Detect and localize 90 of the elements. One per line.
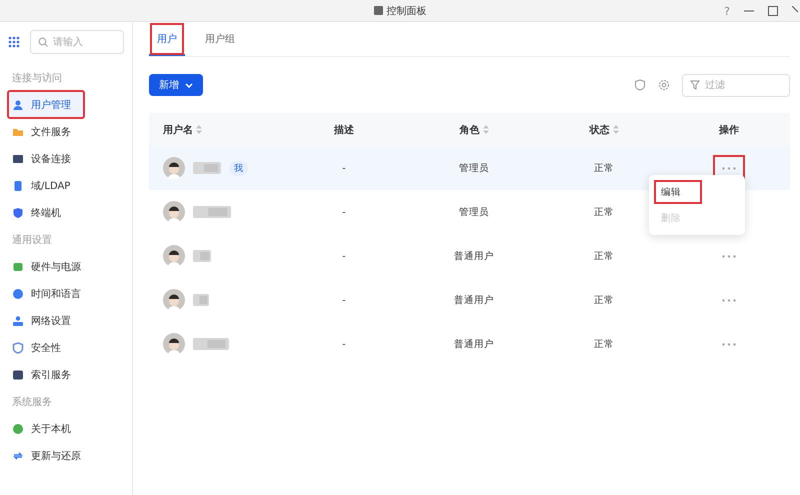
sidebar-item-label: 设备连接 — [31, 152, 71, 166]
table-cell: 管理员 — [459, 206, 489, 218]
sort-icon[interactable] — [196, 125, 202, 134]
column-header: 描述 — [334, 124, 354, 136]
shield-icon — [12, 342, 24, 354]
column-header: 角色 — [460, 124, 480, 136]
self-badge: 我 — [229, 160, 248, 176]
shield-icon[interactable] — [634, 79, 646, 91]
table-cell: 普通用户 — [454, 250, 494, 262]
sidebar-item[interactable]: 安全性 — [8, 334, 124, 361]
avatar-icon — [163, 333, 185, 355]
more-icon — [722, 166, 736, 170]
sort-icon[interactable] — [612, 125, 618, 134]
sync-icon — [12, 450, 24, 462]
sidebar-item-label: 时间和语言 — [31, 288, 81, 300]
column-header: 状态 — [590, 124, 610, 136]
table-cell: - — [342, 206, 346, 218]
square-icon — [12, 368, 24, 380]
shield-icon — [12, 206, 24, 218]
sidebar-item[interactable]: 域/LDAP — [8, 172, 124, 199]
table-cell: 正常 — [594, 162, 614, 174]
table-cell: - — [342, 162, 346, 174]
table-cell: - — [342, 294, 346, 306]
column-header: 操作 — [719, 124, 739, 136]
table-cell: - — [342, 250, 346, 262]
sidebar-item[interactable]: 用户管理 — [8, 91, 84, 118]
blurred-name-icon — [193, 338, 229, 350]
sidebar-item[interactable]: 文件服务 — [8, 118, 124, 145]
table-cell: 普通用户 — [454, 294, 494, 306]
sidebar-item[interactable]: 索引服务 — [8, 361, 124, 388]
avatar-icon — [163, 289, 185, 311]
search-icon — [38, 37, 48, 47]
tab[interactable]: 用户组 — [197, 22, 243, 56]
person-icon — [12, 314, 24, 326]
add-button[interactable]: 新增 — [149, 74, 203, 96]
avatar-icon — [163, 201, 185, 223]
sidebar-item[interactable]: 设备连接 — [8, 145, 124, 172]
monitor-icon — [12, 152, 24, 164]
sidebar-item[interactable]: 终端机 — [8, 199, 124, 226]
search-field[interactable]: 请输入 — [30, 30, 124, 54]
sidebar-item-label: 终端机 — [31, 206, 61, 220]
blurred-name-icon — [193, 206, 231, 218]
sidebar-item[interactable]: 网络设置 — [8, 307, 124, 334]
sidebar-item-label: 更新与还原 — [31, 450, 81, 462]
more-icon — [722, 298, 736, 302]
avatar-icon — [163, 245, 185, 267]
sidebar-item[interactable]: 硬件与电源 — [8, 253, 124, 280]
sidebar-item-label: 用户管理 — [31, 98, 71, 112]
sidebar-item-label: 索引服务 — [31, 368, 71, 382]
sidebar-item-label: 文件服务 — [31, 126, 71, 138]
sidebar-item[interactable]: 时间和语言 — [8, 280, 124, 307]
table-cell: - — [342, 338, 346, 350]
avatar-icon — [163, 157, 185, 179]
blurred-name-icon — [193, 162, 221, 174]
table-cell: 普通用户 — [454, 338, 494, 350]
sidebar-item-label: 硬件与电源 — [31, 260, 81, 274]
section-title: 通用设置 — [11, 234, 53, 248]
sidebar-item-label: 安全性 — [31, 342, 61, 354]
filter-icon — [690, 80, 700, 90]
column-header: 用户名 — [163, 123, 193, 136]
sidebar-item-label: 网络设置 — [31, 314, 71, 328]
globe-icon — [12, 288, 24, 300]
table-cell: 正常 — [594, 294, 614, 306]
sidebar-item-label: 域/LDAP — [31, 180, 70, 192]
table-cell: 管理员 — [459, 162, 489, 174]
device-icon — [12, 180, 24, 192]
tab[interactable]: 用户 — [149, 22, 185, 56]
maximize-icon[interactable] — [768, 6, 778, 16]
sidebar-item[interactable]: 关于本机 — [8, 415, 124, 442]
user-icon — [12, 98, 24, 110]
sidebar-item[interactable]: 更新与还原 — [8, 442, 124, 469]
more-icon — [722, 254, 736, 258]
sidebar-item-label: 关于本机 — [31, 422, 71, 436]
info-icon — [12, 422, 24, 434]
more-icon — [722, 342, 736, 346]
blurred-name-icon — [193, 250, 211, 262]
chevron-down-icon — [185, 82, 193, 88]
table-cell: 正常 — [594, 250, 614, 262]
section-title: 系统服务 — [11, 396, 53, 410]
app-icon — [374, 6, 382, 15]
settings-icon[interactable] — [658, 79, 670, 91]
table-cell: 正常 — [594, 206, 614, 218]
window-title: 控制面板 — [386, 4, 426, 18]
table-cell: 正常 — [594, 338, 614, 350]
section-title: 连接与访问 — [11, 72, 63, 86]
blurred-name-icon — [193, 294, 209, 306]
sort-icon[interactable] — [482, 125, 488, 134]
apps-grid-icon[interactable] — [8, 36, 20, 48]
filter-field[interactable]: 过滤 — [682, 74, 790, 96]
battery-icon — [12, 260, 24, 272]
